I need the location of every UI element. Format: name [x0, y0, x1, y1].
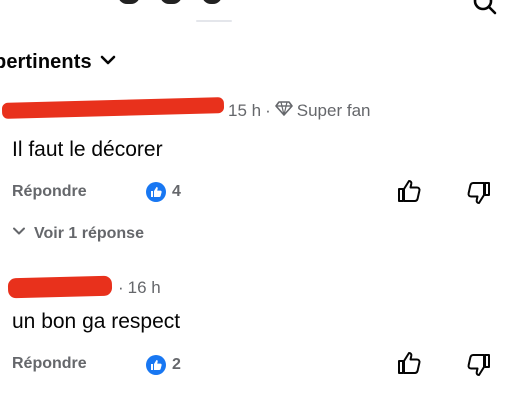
- meta-separator: ·: [118, 278, 124, 297]
- comment-text: un bon ga respect: [12, 310, 181, 333]
- comment-time: 16 h: [127, 278, 161, 297]
- view-replies-button[interactable]: Voir 1 réponse: [12, 224, 144, 243]
- meta-separator: ·: [265, 100, 271, 120]
- chevron-down-icon: [12, 224, 26, 243]
- comment-meta: 15 h · Super fan: [228, 100, 371, 121]
- thumbs-up-icon[interactable]: [396, 350, 422, 381]
- like-summary[interactable]: 4: [146, 182, 181, 202]
- super-fan-badge: Super fan: [296, 100, 371, 120]
- like-count: 2: [172, 356, 181, 373]
- comment-meta: · 16 h: [118, 278, 161, 298]
- header-title-fragment: [118, 0, 228, 8]
- like-count: 4: [172, 183, 181, 200]
- search-icon[interactable]: [472, 0, 498, 21]
- reply-button[interactable]: Répondre: [12, 355, 87, 373]
- like-summary[interactable]: 2: [146, 355, 181, 375]
- comment-text: Il faut le décorer: [12, 138, 163, 161]
- view-replies-label: Voir 1 réponse: [34, 224, 144, 242]
- comment-filter-dropdown[interactable]: pertinents: [0, 50, 118, 75]
- redacted-author-name: [7, 275, 113, 299]
- header-divider: [196, 20, 232, 22]
- diamond-icon: [274, 100, 293, 121]
- thumbs-down-icon[interactable]: [466, 352, 492, 383]
- redacted-author-name: [1, 97, 225, 119]
- like-reaction-icon: [146, 355, 166, 375]
- thumbs-up-icon[interactable]: [396, 178, 422, 209]
- reply-button[interactable]: Répondre: [12, 183, 87, 201]
- comment-time: 15 h: [228, 100, 262, 120]
- like-reaction-icon: [146, 182, 166, 202]
- chevron-down-icon: [98, 50, 118, 75]
- thumbs-down-icon[interactable]: [466, 180, 492, 211]
- filter-label: pertinents: [0, 51, 92, 73]
